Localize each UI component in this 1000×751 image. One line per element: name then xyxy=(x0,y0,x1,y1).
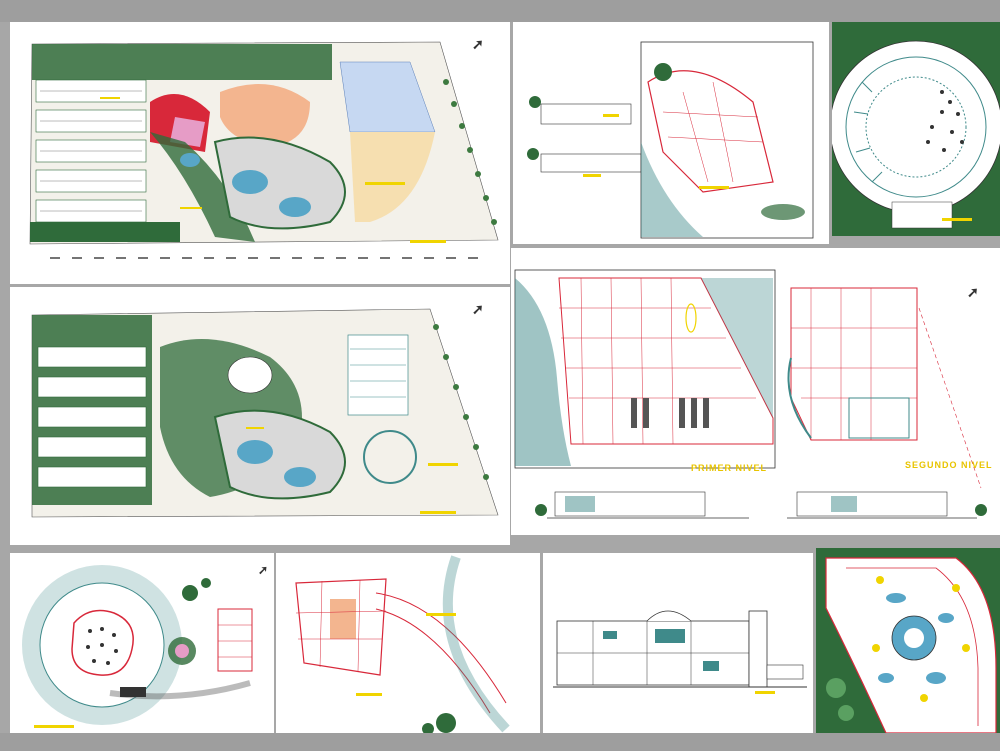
sheet-circular-plan[interactable] xyxy=(832,22,1000,236)
sheet-building-plans-top[interactable] xyxy=(513,22,829,244)
curved-detail-drawing xyxy=(825,557,997,733)
north-arrow-icon: ➚ xyxy=(472,301,485,317)
sheet-site-plan-2[interactable]: ➚ xyxy=(10,287,510,545)
bottom-bar xyxy=(0,733,1000,751)
second-level-title: SEGUNDO NIVEL xyxy=(905,460,993,470)
sheet-round-hall[interactable]: ➚ xyxy=(10,553,274,733)
long-section-drawing xyxy=(553,610,807,694)
north-arrow-icon: ➚ xyxy=(258,563,270,577)
circular-plan-drawing xyxy=(832,40,1000,229)
sheet-floor-plans[interactable]: PRIMER NIVEL SEGUNDO NIVEL ➚ xyxy=(511,248,1000,535)
sheet-curved-detail[interactable] xyxy=(816,548,1000,733)
sheet-long-section[interactable] xyxy=(543,553,813,733)
top-bar xyxy=(0,0,1000,22)
floor-plans-drawing xyxy=(514,269,987,519)
site-plan-2-drawing xyxy=(31,308,499,518)
sheet-site-plan-1[interactable]: ➚ xyxy=(10,22,510,284)
first-level-title: PRIMER NIVEL xyxy=(691,463,768,473)
north-arrow-icon: ➚ xyxy=(967,284,980,300)
north-arrow-icon: ➚ xyxy=(472,36,485,52)
round-hall-drawing xyxy=(22,565,253,728)
curved-plan-drawing xyxy=(295,555,510,733)
top-middle-drawing xyxy=(527,41,814,239)
sheet-curved-plan[interactable] xyxy=(276,553,540,733)
site-plan-1-drawing xyxy=(29,41,499,259)
